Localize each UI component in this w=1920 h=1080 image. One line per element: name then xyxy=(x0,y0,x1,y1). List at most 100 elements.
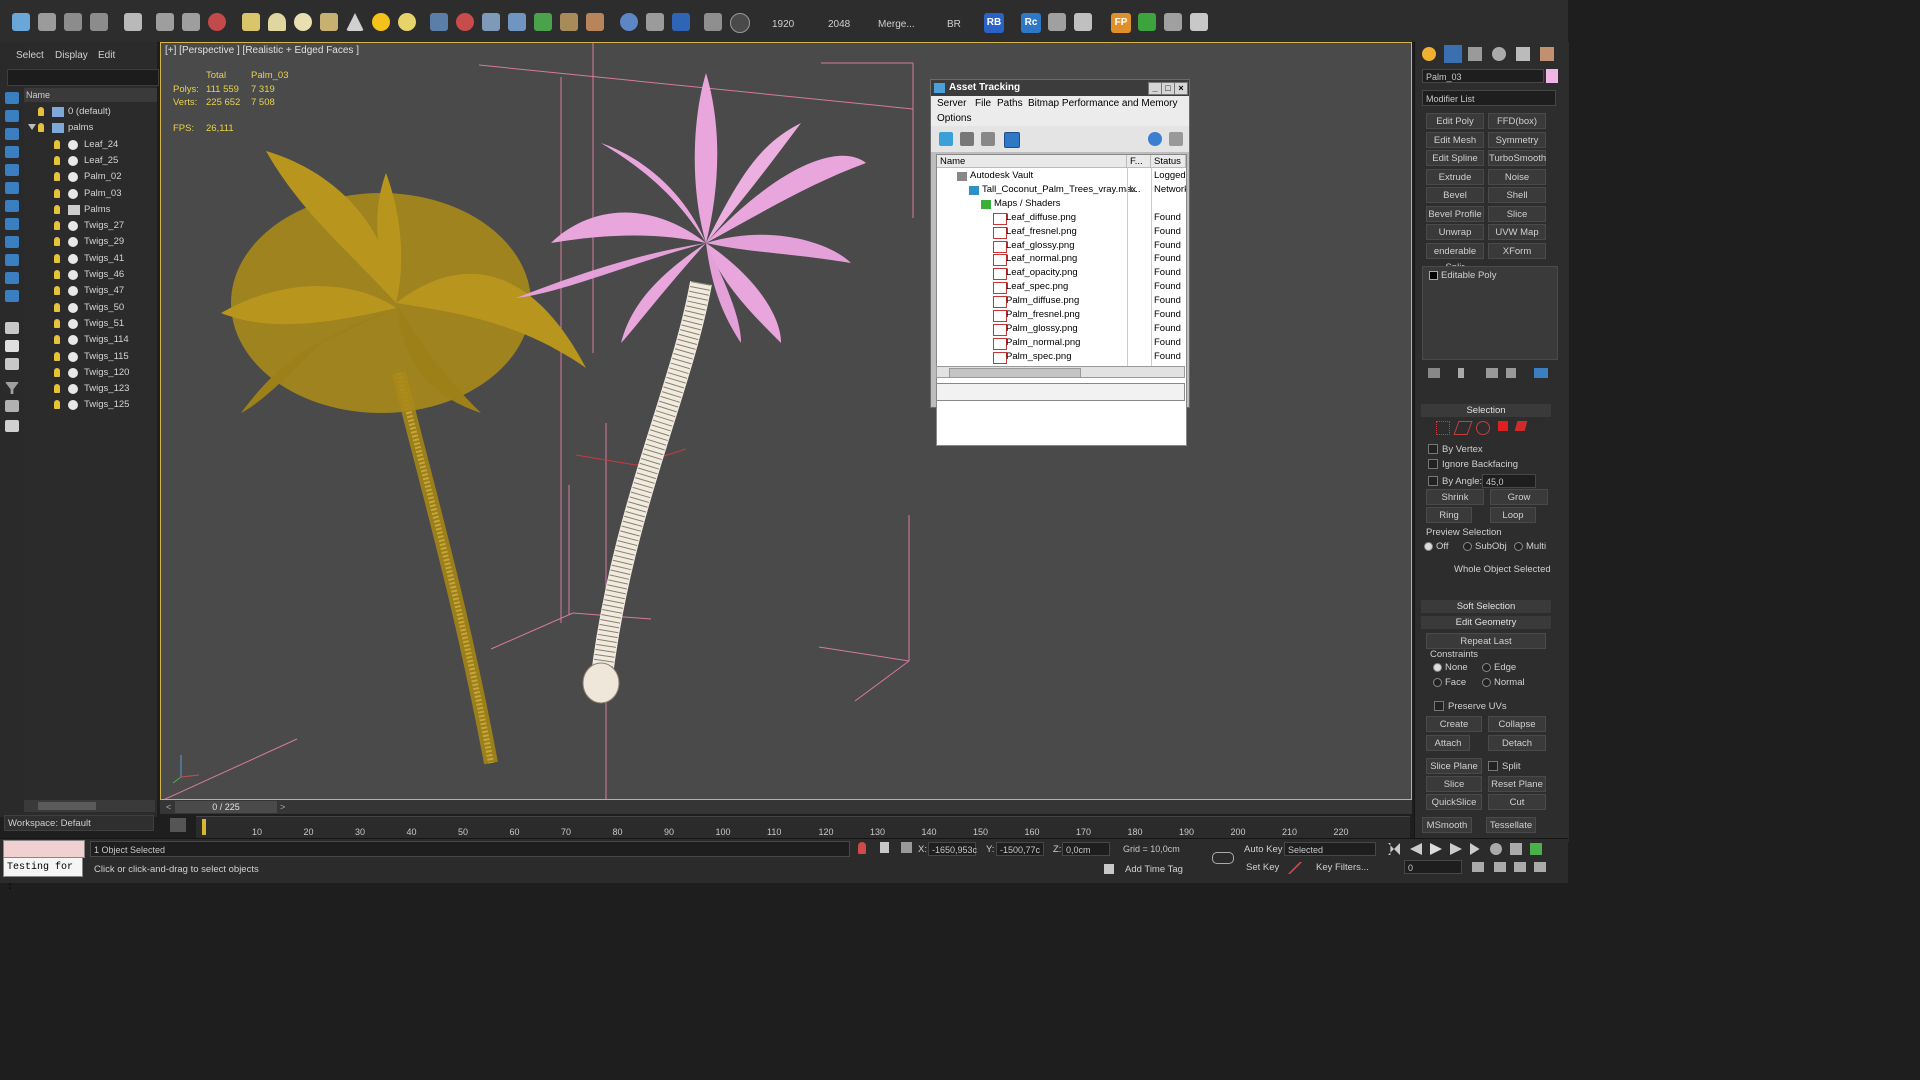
visibility-bulb-icon[interactable] xyxy=(54,318,60,328)
helpers-filter-icon[interactable] xyxy=(5,200,19,212)
render-width[interactable]: 1920 xyxy=(772,19,794,30)
cut-button[interactable]: Cut xyxy=(1488,794,1546,810)
absolute-mode-icon[interactable] xyxy=(901,842,912,853)
visibility-bulb-icon[interactable] xyxy=(54,400,60,410)
hierarchy-icon[interactable] xyxy=(5,400,19,412)
select-object-icon[interactable] xyxy=(38,13,56,31)
key-icon[interactable] xyxy=(1212,852,1234,864)
asset-row[interactable]: Tall_Coconut_Palm_Trees_vray.max \... Netw… xyxy=(937,183,1186,197)
render-frame-icon[interactable] xyxy=(672,13,690,31)
visibility-bulb-icon[interactable] xyxy=(38,107,44,116)
modifier-button[interactable]: Extrude xyxy=(1426,168,1484,185)
render-height[interactable]: 2048 xyxy=(828,19,850,30)
constraint-none-radio[interactable] xyxy=(1433,663,1442,672)
geometry-filter-icon[interactable] xyxy=(5,128,19,140)
col-name[interactable]: Name xyxy=(937,155,1127,168)
edit-geometry-rollout-header[interactable]: Edit Geometry xyxy=(1421,616,1551,629)
expand-toggle-icon[interactable] xyxy=(28,124,36,131)
modifier-list-dropdown[interactable]: Modifier List xyxy=(1422,90,1556,106)
scene-tree-item[interactable]: palms xyxy=(24,120,157,136)
bones-filter-icon[interactable] xyxy=(5,272,19,284)
x-coordinate-field[interactable]: -1650,953c xyxy=(928,842,977,856)
modifier-button[interactable]: Bevel Profile xyxy=(1426,205,1484,222)
hair-icon[interactable] xyxy=(560,13,578,31)
modifier-button[interactable]: Edit Spline xyxy=(1426,150,1484,166)
constraint-normal-radio[interactable] xyxy=(1482,678,1491,687)
sun-icon[interactable] xyxy=(398,13,416,31)
asset-row[interactable]: Palm_fresnel.png Found xyxy=(937,308,1186,322)
scene-tree-item[interactable]: Twigs_115 xyxy=(24,349,157,365)
modify-tab-icon[interactable] xyxy=(1444,45,1462,63)
time-slider-track[interactable] xyxy=(160,800,1412,814)
split-checkbox[interactable] xyxy=(1488,761,1498,771)
time-prev-icon[interactable]: < xyxy=(166,802,171,812)
tree-icon[interactable] xyxy=(1138,13,1156,31)
object-color-swatch[interactable] xyxy=(1546,69,1558,83)
modifier-button[interactable]: Edit Poly xyxy=(1426,113,1484,129)
maximize-viewport-icon[interactable] xyxy=(1534,862,1546,872)
select-scale-icon[interactable] xyxy=(182,13,200,31)
slice-plane-button[interactable]: Slice Plane xyxy=(1426,758,1482,774)
asset-row[interactable]: Leaf_diffuse.png Found xyxy=(937,211,1186,225)
scene-tree-item[interactable]: Twigs_120 xyxy=(24,365,157,381)
modifier-button[interactable]: Symmetry xyxy=(1488,131,1546,148)
modifier-button[interactable]: Bevel xyxy=(1426,187,1484,203)
explorer-scrollbar[interactable] xyxy=(24,800,155,812)
zoom-icon[interactable] xyxy=(1490,843,1502,855)
fp-button[interactable]: FP xyxy=(1111,13,1131,33)
orbit-icon[interactable] xyxy=(1494,862,1506,872)
msmooth-button[interactable]: MSmooth xyxy=(1422,817,1472,833)
rb-button[interactable]: RB xyxy=(984,13,1004,33)
scene-tree-item[interactable]: Palm_02 xyxy=(24,169,157,185)
scrollbar-thumb[interactable] xyxy=(38,802,96,810)
hscroll-thumb[interactable] xyxy=(949,368,1081,378)
close-button[interactable]: × xyxy=(1174,82,1188,95)
filter-icon[interactable] xyxy=(5,382,19,394)
scene-tree-item[interactable]: Twigs_123 xyxy=(24,381,157,397)
remove-modifier-icon[interactable] xyxy=(1506,368,1516,378)
wrench-icon[interactable] xyxy=(1164,13,1182,31)
angle-spinner[interactable]: 45,0 xyxy=(1482,474,1536,488)
cone-icon[interactable] xyxy=(346,13,364,31)
repeat-last-button[interactable]: Repeat Last xyxy=(1426,633,1546,649)
visibility-bulb-icon[interactable] xyxy=(54,172,60,182)
key-set-dropdown[interactable]: Selected xyxy=(1284,842,1376,856)
visibility-bulb-icon[interactable] xyxy=(54,237,60,247)
particles-icon[interactable] xyxy=(430,13,448,31)
make-unique-icon[interactable] xyxy=(1486,368,1498,378)
refresh-icon[interactable] xyxy=(939,132,953,146)
list-view-icon[interactable] xyxy=(960,132,974,146)
stack-expand-icon[interactable] xyxy=(1429,271,1438,280)
visibility-bulb-icon[interactable] xyxy=(54,384,60,394)
detach-button[interactable]: Detach xyxy=(1488,735,1546,751)
asset-row[interactable]: Leaf_spec.png Found xyxy=(937,280,1186,295)
configure-sets-icon[interactable] xyxy=(1534,368,1548,378)
modifier-button[interactable]: Noise xyxy=(1488,168,1546,185)
soft-selection-rollout-header[interactable]: Soft Selection xyxy=(1421,600,1551,613)
scene-tree-item[interactable]: Twigs_50 xyxy=(24,300,157,316)
visibility-bulb-icon[interactable] xyxy=(54,139,60,149)
table-view-icon[interactable] xyxy=(1004,132,1020,148)
modifier-button[interactable]: enderable Splir xyxy=(1426,242,1484,273)
tree-view-icon[interactable] xyxy=(981,132,995,146)
scene-tree-item[interactable]: Twigs_47 xyxy=(24,283,157,299)
visibility-bulb-icon[interactable] xyxy=(54,270,60,279)
constraint-face-radio[interactable] xyxy=(1433,678,1442,687)
add-time-tag-button[interactable]: Add Time Tag xyxy=(1125,864,1183,875)
light-icon[interactable] xyxy=(372,13,390,31)
help-icon[interactable] xyxy=(730,13,750,33)
sheet-icon[interactable] xyxy=(1190,13,1208,31)
visibility-bulb-icon[interactable] xyxy=(38,123,44,133)
vertex-level-icon[interactable] xyxy=(1436,421,1450,435)
maxscript-mini-listener[interactable]: Testing for : xyxy=(3,857,83,893)
polygon-level-icon[interactable] xyxy=(1498,421,1508,431)
reset-plane-button[interactable]: Reset Plane xyxy=(1488,776,1546,792)
preview-multi-radio[interactable] xyxy=(1514,542,1523,551)
scene-tree-item[interactable]: Leaf_25 xyxy=(24,153,157,169)
asset-row[interactable]: Leaf_normal.png Found xyxy=(937,252,1186,267)
rc-button[interactable]: Rc xyxy=(1021,13,1041,33)
menu-select[interactable]: Select xyxy=(16,50,44,61)
asset-row[interactable]: Leaf_glossy.png Found xyxy=(937,239,1186,253)
zoom-extents-icon[interactable] xyxy=(1510,843,1522,855)
loop-button[interactable]: Loop xyxy=(1490,507,1536,523)
